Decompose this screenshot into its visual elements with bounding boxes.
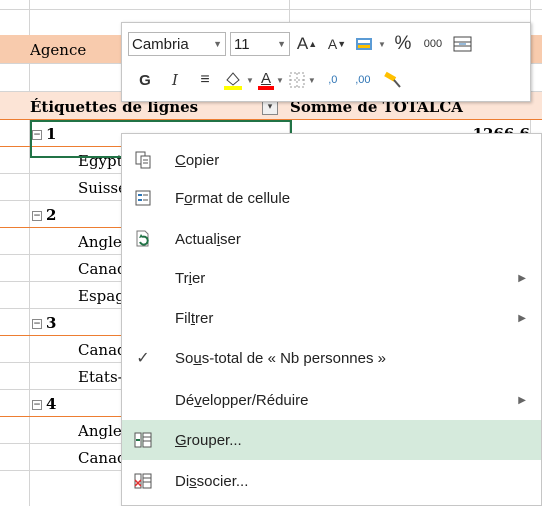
menu-item-trier[interactable]: Trier ▶ — [122, 258, 541, 298]
access-key: u — [193, 349, 202, 367]
font-color-letter: A — [260, 70, 271, 87]
submenu-arrow-icon: ▶ — [518, 272, 526, 284]
borders-button[interactable]: ▼ — [288, 68, 316, 92]
menu-item-label: Développer/Réduire — [175, 391, 309, 409]
access-key: G — [175, 431, 187, 449]
font-name-box[interactable]: Cambria ▼ — [128, 32, 226, 56]
paint-bucket-icon — [224, 72, 242, 90]
row-label-cell: −1 — [32, 121, 56, 147]
font-size-value: 11 — [234, 35, 250, 53]
grow-font-icon: A — [296, 34, 309, 53]
sheet-row — [0, 0, 542, 10]
bold-icon: G — [139, 71, 151, 89]
row-label: 3 — [46, 314, 57, 332]
menu-item-actualiser[interactable]: Actualiser — [122, 219, 541, 259]
collapse-toggle-icon[interactable]: − — [32, 130, 42, 140]
menu-item-label: Filtrer — [175, 309, 214, 327]
font-color-button[interactable]: A ▼ — [257, 68, 284, 92]
menu-item-label: Copier — [175, 151, 220, 169]
menu-item-grouper[interactable]: Grouper... — [122, 420, 541, 460]
menu-item-label: Dissocier... — [175, 472, 249, 490]
submenu-arrow-icon: ▶ — [518, 394, 526, 406]
row-label-cell: Suisse — [78, 175, 127, 201]
grow-font-button[interactable]: A ▲ — [294, 32, 320, 56]
format-cells-icon — [133, 188, 153, 208]
row-label-cell: −4 — [32, 391, 56, 417]
group-icon — [133, 430, 153, 450]
menu-item-label: Trier — [175, 269, 206, 287]
mini-toolbar: Cambria ▼ 11 ▼ A ▲ A ▼ ▼ % 000 G I ≡ ▼ A ▼ — [121, 22, 531, 102]
collapse-toggle-icon[interactable]: − — [32, 400, 42, 410]
format-painter-button[interactable] — [380, 68, 406, 92]
row-label: 2 — [46, 206, 57, 224]
menu-item-format-de-cellule[interactable]: Format de cellule — [122, 178, 541, 218]
thousands-icon: 000 — [423, 38, 443, 50]
access-key: i — [216, 230, 221, 248]
row-label: 4 — [46, 395, 57, 413]
copy-icon — [133, 150, 153, 170]
refresh-icon — [133, 229, 153, 249]
fill-color-button[interactable]: ▼ — [222, 68, 254, 92]
menu-item-label: Sous-total de « Nb personnes » — [175, 349, 386, 367]
collapse-toggle-icon[interactable]: − — [32, 211, 42, 221]
font-size-box[interactable]: 11 ▼ — [230, 32, 290, 56]
italic-button[interactable]: I — [162, 68, 188, 92]
increase-decimal-button[interactable]: ,0 — [320, 68, 346, 92]
shrink-font-button[interactable]: A ▼ — [324, 32, 350, 56]
access-key: t — [190, 309, 195, 327]
percent-icon: % — [394, 33, 412, 54]
italic-icon: I — [172, 71, 178, 89]
decrease-decimal-icon: ,00 — [355, 74, 371, 86]
access-key: v — [194, 391, 202, 409]
menu-item-copier[interactable]: Copier — [122, 140, 541, 180]
cell-styles-icon — [356, 38, 372, 50]
font-color-swatch — [257, 86, 274, 90]
increase-decimal-icon: ,0 — [328, 74, 338, 86]
format-painter-icon — [384, 71, 401, 88]
thousands-button[interactable]: 000 — [420, 32, 446, 56]
collapse-toggle-icon[interactable]: − — [32, 319, 42, 329]
align-center-button[interactable]: ≡ — [192, 68, 218, 92]
access-key: C — [175, 151, 186, 169]
font-color-icon: A — [257, 70, 274, 90]
row-label: Suisse — [78, 179, 128, 197]
chevron-down-icon[interactable]: ▼ — [277, 39, 286, 49]
cell-styles-button[interactable]: ▼ — [354, 32, 386, 56]
merge-center-icon — [453, 36, 472, 52]
menu-item-label: Grouper... — [175, 431, 242, 449]
menu-item-label: Format de cellule — [175, 189, 291, 207]
checkmark-icon: ✓ — [136, 350, 150, 367]
access-key: i — [188, 269, 192, 287]
menu-item-label: Actualiser — [175, 230, 241, 248]
menu-item-dissocier[interactable]: Dissocier... — [122, 461, 541, 501]
menu-item-sous-total-de-nb-personnes[interactable]: ✓ Sous-total de « Nb personnes » — [122, 338, 541, 378]
percent-button[interactable]: % — [390, 32, 416, 56]
align-center-icon: ≡ — [200, 71, 210, 88]
access-key: s — [189, 472, 197, 490]
row-label-cell: −2 — [32, 202, 56, 228]
chevron-down-icon[interactable]: ▼ — [213, 39, 222, 49]
menu-item-filtrer[interactable]: Filtrer ▶ — [122, 298, 541, 338]
decrease-decimal-button[interactable]: ,00 — [350, 68, 376, 92]
bold-button[interactable]: G — [132, 68, 158, 92]
ungroup-icon — [133, 471, 153, 491]
filter-label: Agence — [30, 41, 87, 59]
font-name-value: Cambria — [132, 35, 189, 53]
row-label: 1 — [46, 125, 57, 143]
access-key: o — [184, 189, 193, 207]
borders-icon — [289, 72, 305, 88]
mini-toolbar-row-2: G I ≡ ▼ A ▼ ▼ ,0 ,00 — [128, 65, 406, 95]
merge-button[interactable] — [450, 32, 476, 56]
submenu-arrow-icon: ▶ — [518, 312, 526, 324]
menu-item-developper-reduire[interactable]: Développer/Réduire ▶ — [122, 380, 541, 420]
mini-toolbar-row-1: Cambria ▼ 11 ▼ A ▲ A ▼ ▼ % 000 — [128, 29, 476, 59]
context-menu: Copier Format de cellule Actualiser Trier ▶ F… — [121, 133, 542, 506]
shrink-font-icon: A — [327, 36, 338, 52]
row-label-cell: −3 — [32, 310, 56, 336]
